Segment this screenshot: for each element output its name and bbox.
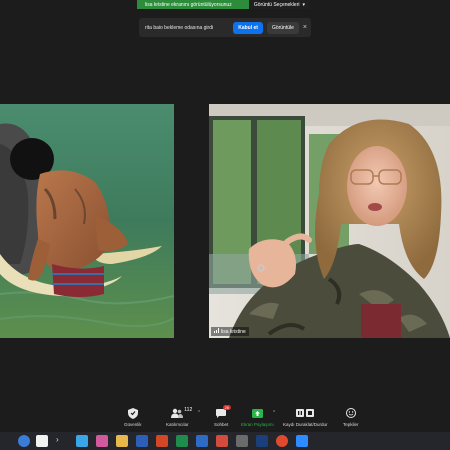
- instagram-icon[interactable]: [96, 435, 108, 447]
- shared-photo: [0, 104, 174, 338]
- calendar-icon[interactable]: [36, 435, 48, 447]
- lightroom-icon[interactable]: [196, 435, 208, 447]
- folder-icon[interactable]: [116, 435, 128, 447]
- close-icon[interactable]: ×: [303, 24, 307, 31]
- webcam-feed: [209, 104, 450, 338]
- chat-badge: 26: [223, 405, 231, 410]
- share-screen-icon: [250, 407, 264, 419]
- chat-button[interactable]: 26 Sohbet: [214, 405, 231, 427]
- view-options-label: Görüntü Seçenekleri: [253, 1, 300, 8]
- participants-chevron-up-icon[interactable]: ⌃: [197, 410, 201, 416]
- admit-button[interactable]: Kabul et: [233, 21, 263, 34]
- smiley-icon: [344, 407, 358, 419]
- shield-icon: [126, 407, 140, 419]
- chevron-down-icon: ▾: [302, 1, 305, 8]
- signal-bars-icon: [214, 328, 219, 335]
- waiting-room-notification: rita baio bekleme odasına girdi Kabul et…: [139, 18, 311, 37]
- meeting-toolbar: Güvenlik 112 Katılımcılar ⌃ 26 Sohbet Ek…: [0, 405, 450, 432]
- chat-icon: 26: [214, 405, 231, 419]
- record-control-label: Kaydı Duraklat/Durdur: [283, 422, 328, 427]
- reactions-label: Tepkiler: [343, 422, 359, 427]
- shared-screen-video[interactable]: [0, 104, 174, 338]
- participants-count: 112: [184, 407, 193, 413]
- people-icon: 112: [170, 407, 192, 419]
- participant-name: lisa kristine: [221, 328, 246, 335]
- chat-label: Sohbet: [214, 422, 229, 427]
- edge-browser-icon[interactable]: [18, 435, 30, 447]
- word-icon[interactable]: [136, 435, 148, 447]
- zoom-meeting-window: lisa kristine ekranını görüntülüyorsunuz…: [0, 0, 450, 450]
- participants-button[interactable]: 112 Katılımcılar: [166, 407, 192, 427]
- reactions-button[interactable]: Tepkiler: [343, 407, 359, 427]
- arrow-icon[interactable]: ›: [56, 435, 68, 447]
- share-screen-label: Ekran Paylaşımı: [241, 422, 274, 427]
- participant-video-lisa-kristine[interactable]: lisa kristine: [209, 104, 450, 338]
- share-screen-button[interactable]: Ekran Paylaşımı: [241, 407, 274, 427]
- participant-name-tag: lisa kristine: [211, 327, 249, 336]
- settings-icon[interactable]: [236, 435, 248, 447]
- participants-label: Katılımcılar: [166, 422, 189, 427]
- pause-stop-icon: [295, 407, 315, 419]
- photos-icon[interactable]: [76, 435, 88, 447]
- record-control-button[interactable]: Kaydı Duraklat/Durdur: [283, 407, 328, 427]
- view-options-button[interactable]: Görüntü Seçenekleri ▾: [248, 0, 310, 9]
- zoom-icon[interactable]: [296, 435, 308, 447]
- screen-share-banner: lisa kristine ekranını görüntülüyorsunuz…: [137, 0, 310, 9]
- security-label: Güvenlik: [124, 422, 142, 427]
- photoshop-icon[interactable]: [256, 435, 268, 447]
- pdf-icon[interactable]: [216, 435, 228, 447]
- chrome-icon[interactable]: [276, 435, 288, 447]
- waiting-room-message: rita baio bekleme odasına girdi: [145, 24, 214, 31]
- powerpoint-icon[interactable]: [156, 435, 168, 447]
- excel-icon[interactable]: [176, 435, 188, 447]
- share-chevron-up-icon[interactable]: ⌃: [272, 410, 276, 416]
- view-waiting-room-button[interactable]: Görüntüle: [266, 21, 299, 34]
- windows-taskbar: ›: [0, 432, 450, 450]
- share-banner-message: lisa kristine ekranını görüntülüyorsunuz: [145, 1, 232, 8]
- security-button[interactable]: Güvenlik: [124, 407, 142, 427]
